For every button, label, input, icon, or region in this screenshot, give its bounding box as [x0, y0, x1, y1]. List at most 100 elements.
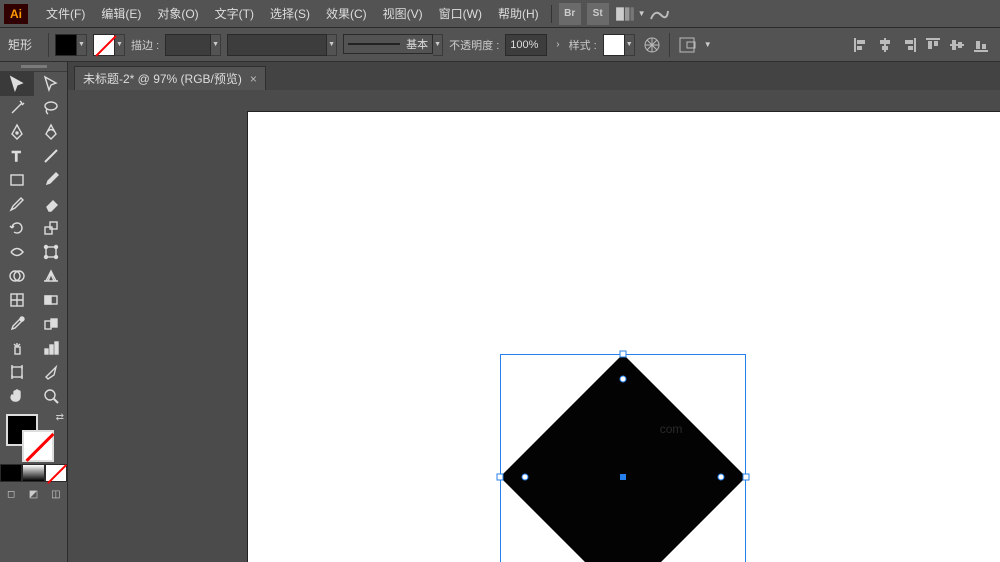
separator [669, 33, 670, 57]
gpu-preview-icon[interactable] [649, 5, 669, 23]
chevron-down-icon: ▼ [704, 40, 712, 49]
align-left-icon[interactable] [850, 34, 872, 56]
zoom-tool[interactable] [34, 384, 68, 408]
menu-view[interactable]: 视图(V) [375, 0, 431, 28]
slice-tool[interactable] [34, 360, 68, 384]
line-segment-tool[interactable] [34, 144, 68, 168]
fill-color-dropdown[interactable]: ▼ [77, 34, 87, 56]
brush-definition-dropdown[interactable]: ▼ [433, 34, 443, 56]
shaper-tool[interactable] [0, 192, 34, 216]
rectangle-tool[interactable] [0, 168, 34, 192]
align-button-group [850, 34, 992, 56]
column-graph-tool[interactable] [34, 336, 68, 360]
free-transform-tool[interactable] [34, 240, 68, 264]
corner-widget-e[interactable] [718, 474, 725, 481]
recolor-artwork-icon[interactable] [641, 34, 663, 56]
lasso-tool[interactable] [34, 96, 68, 120]
corner-widget-n[interactable] [620, 375, 627, 382]
graphic-style-swatch[interactable] [603, 34, 625, 56]
stroke-color-swatch[interactable] [93, 34, 115, 56]
mesh-tool[interactable] [0, 288, 34, 312]
close-tab-icon[interactable]: × [250, 72, 257, 86]
fill-color-swatch[interactable] [55, 34, 77, 56]
chevron-down-icon: ▼ [638, 9, 646, 18]
color-mode-none[interactable] [45, 464, 67, 482]
document-tab-label: 未标题-2* @ 97% (RGB/预览) [83, 70, 242, 87]
selection-tool[interactable] [0, 72, 34, 96]
pen-tool[interactable] [0, 120, 34, 144]
perspective-grid-tool[interactable] [34, 264, 68, 288]
tool-panel: T ⇄ [0, 62, 68, 562]
draw-normal-icon[interactable]: ◻ [0, 485, 22, 503]
stroke-proxy[interactable] [22, 430, 54, 462]
curvature-tool[interactable] [34, 120, 68, 144]
separator [551, 5, 552, 23]
menu-type[interactable]: 文字(T) [207, 0, 262, 28]
stock-icon[interactable]: St [587, 3, 609, 25]
align-vcenter-icon[interactable] [946, 34, 968, 56]
stroke-profile-dropdown[interactable]: ▼ [327, 34, 337, 56]
menu-edit[interactable]: 编辑(E) [93, 0, 149, 28]
artboard-tool[interactable] [0, 360, 34, 384]
tool-panel-grip[interactable] [0, 62, 67, 72]
blend-tool[interactable] [34, 312, 68, 336]
diamond-shape[interactable]: com [500, 354, 746, 562]
menu-object[interactable]: 对象(O) [149, 0, 206, 28]
symbol-sprayer-tool[interactable] [0, 336, 34, 360]
control-bar: 矩形 ▼ ▼ 描边 : ▼ ▼ 基本 ▼ 不透明度 : 100% › 样式 : … [0, 28, 1000, 62]
draw-mode-row: ◻ ◩ ◫ [0, 485, 67, 503]
canvas[interactable]: com [68, 90, 1000, 562]
menu-select[interactable]: 选择(S) [262, 0, 318, 28]
bbox-center[interactable] [620, 474, 626, 480]
bbox-handle-e[interactable] [743, 474, 750, 481]
menu-help[interactable]: 帮助(H) [490, 0, 547, 28]
fill-stroke-proxy[interactable]: ⇄ [0, 408, 68, 464]
eyedropper-tool[interactable] [0, 312, 34, 336]
bbox-handle-n[interactable] [620, 351, 627, 358]
brush-definition[interactable]: 基本 [343, 34, 433, 54]
opacity-input[interactable]: 100% [505, 34, 547, 56]
hand-tool[interactable] [0, 384, 34, 408]
scale-tool[interactable] [34, 216, 68, 240]
draw-behind-icon[interactable]: ◩ [22, 485, 44, 503]
menu-effect[interactable]: 效果(C) [318, 0, 375, 28]
shape-type-label: 矩形 [8, 36, 32, 53]
color-mode-row [0, 464, 67, 482]
stroke-width-input[interactable] [165, 34, 211, 56]
selected-shape[interactable]: com [500, 354, 746, 562]
document-tab[interactable]: 未标题-2* @ 97% (RGB/预览) × [74, 66, 266, 90]
menu-bar: Ai 文件(F) 编辑(E) 对象(O) 文字(T) 选择(S) 效果(C) 视… [0, 0, 1000, 28]
stroke-profile[interactable] [227, 34, 327, 56]
draw-inside-icon[interactable]: ◫ [45, 485, 67, 503]
align-to-icon[interactable] [676, 34, 698, 56]
width-tool[interactable] [0, 240, 34, 264]
stroke-width-dropdown[interactable]: ▼ [211, 34, 221, 56]
bridge-icon[interactable]: Br [559, 3, 581, 25]
opacity-chevron-icon[interactable]: › [553, 39, 562, 50]
style-label: 样式 : [569, 37, 597, 53]
shape-builder-tool[interactable] [0, 264, 34, 288]
gradient-tool[interactable] [34, 288, 68, 312]
corner-widget-w[interactable] [521, 474, 528, 481]
align-bottom-icon[interactable] [970, 34, 992, 56]
color-mode-gradient[interactable] [22, 464, 44, 482]
menu-file[interactable]: 文件(F) [38, 0, 93, 28]
menu-window[interactable]: 窗口(W) [431, 0, 490, 28]
graphic-style-dropdown[interactable]: ▼ [625, 34, 635, 56]
align-hcenter-icon[interactable] [874, 34, 896, 56]
separator [48, 33, 49, 57]
swap-fill-stroke-icon[interactable]: ⇄ [56, 412, 64, 423]
paintbrush-tool[interactable] [34, 168, 68, 192]
direct-selection-tool[interactable] [34, 72, 68, 96]
color-mode-solid[interactable] [0, 464, 22, 482]
arrange-documents-icon[interactable] [615, 5, 635, 23]
eraser-tool[interactable] [34, 192, 68, 216]
align-top-icon[interactable] [922, 34, 944, 56]
type-tool[interactable]: T [0, 144, 34, 168]
bbox-handle-w[interactable] [497, 474, 504, 481]
magic-wand-tool[interactable] [0, 96, 34, 120]
document-area: 未标题-2* @ 97% (RGB/预览) × com [68, 62, 1000, 562]
opacity-label: 不透明度 : [449, 37, 499, 53]
rotate-tool[interactable] [0, 216, 34, 240]
align-right-icon[interactable] [898, 34, 920, 56]
